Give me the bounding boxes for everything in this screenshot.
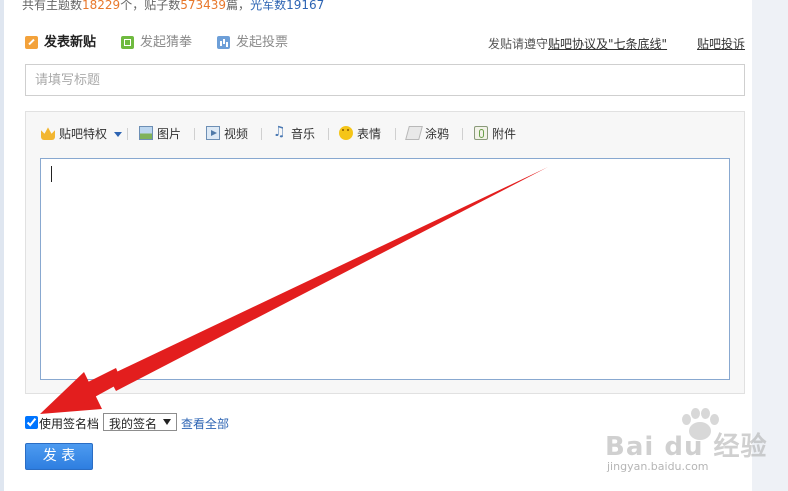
watermark-brand: Bai du 经验 (605, 432, 768, 462)
annotation-arrow-shaft (108, 167, 548, 391)
baidu-jingyan-watermark: Bai du 经验 jingyan.baidu.com (605, 408, 767, 488)
watermark-url: jingyan.baidu.com (607, 460, 709, 473)
